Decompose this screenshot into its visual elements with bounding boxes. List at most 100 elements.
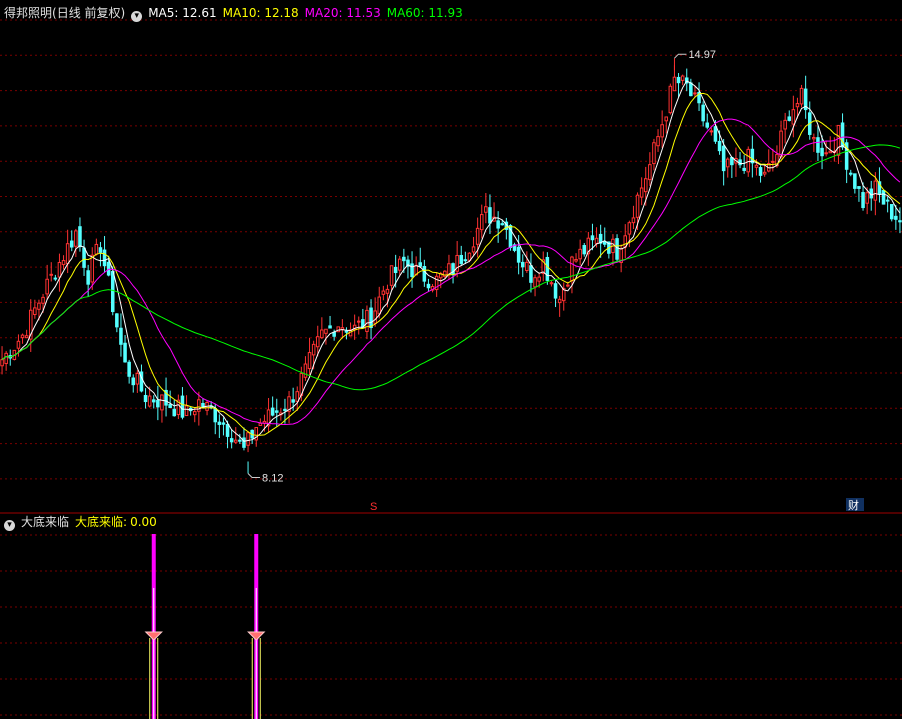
candle-body bbox=[537, 276, 541, 282]
candle-body bbox=[668, 85, 673, 114]
candle-body bbox=[33, 307, 37, 316]
candle-body bbox=[754, 164, 759, 168]
candle-body bbox=[102, 249, 107, 267]
candle-body bbox=[594, 237, 599, 244]
candle-body bbox=[242, 437, 246, 448]
marker-cai[interactable]: 财 bbox=[848, 498, 859, 512]
price-grid bbox=[0, 19, 902, 480]
candle-body bbox=[127, 361, 131, 377]
stock-name[interactable]: 得邦照明 bbox=[4, 6, 52, 20]
candle-body bbox=[898, 220, 902, 223]
candle-body bbox=[525, 261, 529, 272]
candle-body bbox=[885, 199, 890, 202]
candle-body bbox=[873, 180, 878, 201]
candle-body bbox=[738, 159, 742, 166]
period-label[interactable]: (日线 前复权) bbox=[52, 6, 125, 20]
candle-body bbox=[74, 230, 78, 247]
candle-body bbox=[147, 395, 152, 407]
candle-body bbox=[488, 207, 492, 224]
candle-body bbox=[377, 296, 382, 315]
candle-body bbox=[721, 145, 726, 172]
candle-body bbox=[529, 265, 533, 283]
candle-body bbox=[787, 116, 792, 121]
candle-body bbox=[233, 439, 238, 443]
candle-body bbox=[274, 410, 279, 413]
candle-body bbox=[443, 270, 447, 277]
candle-body bbox=[57, 262, 62, 278]
candle-body bbox=[156, 399, 160, 408]
candle-body bbox=[135, 372, 140, 385]
candle-body bbox=[110, 271, 115, 313]
candle-body bbox=[500, 223, 505, 226]
candle-body bbox=[328, 325, 332, 329]
candle-body bbox=[861, 192, 865, 209]
candle-body bbox=[578, 248, 582, 260]
low-price-pointer bbox=[247, 473, 261, 478]
kline-chart[interactable]: 14.97 8.12 S 财 bbox=[0, 0, 902, 719]
candle-body bbox=[742, 167, 746, 171]
candle-body bbox=[151, 399, 156, 403]
candle-body bbox=[98, 247, 103, 253]
chevron-down-icon[interactable]: ▾ bbox=[131, 11, 143, 22]
low-price-label: 8.12 bbox=[262, 472, 283, 484]
candle-body bbox=[303, 363, 308, 378]
candle-body bbox=[45, 278, 49, 295]
candle-body bbox=[479, 214, 484, 231]
candle-body bbox=[484, 206, 488, 213]
candle-body bbox=[853, 173, 857, 189]
candle-body bbox=[566, 284, 570, 287]
ma10-label: MA10: 12.18 bbox=[222, 6, 299, 20]
candle-body bbox=[463, 259, 468, 262]
candle-body bbox=[656, 136, 660, 147]
candle-body bbox=[783, 119, 787, 130]
candle-body bbox=[123, 342, 127, 363]
candle-body bbox=[119, 327, 123, 345]
marker-s: S bbox=[370, 501, 377, 513]
candle-body bbox=[324, 328, 328, 334]
candle-body bbox=[812, 136, 816, 140]
candle-body bbox=[848, 172, 853, 175]
candle-body bbox=[824, 152, 828, 155]
main-header: 得邦照明(日线 前复权) ▾ MA5: 12.61 MA10: 12.18 MA20: … bbox=[4, 5, 469, 22]
candle-body bbox=[315, 336, 320, 348]
candle-body bbox=[820, 147, 824, 157]
candle-body bbox=[332, 331, 336, 337]
candle-body bbox=[37, 302, 41, 310]
candle-body bbox=[516, 246, 521, 263]
candle-body bbox=[889, 204, 894, 220]
high-price-pointer bbox=[674, 53, 687, 59]
candle-body bbox=[90, 254, 95, 283]
candle-body bbox=[672, 76, 677, 92]
candle-body bbox=[660, 124, 664, 138]
moving-average-lines bbox=[1, 80, 901, 442]
candle-body bbox=[881, 190, 886, 205]
candle-body bbox=[894, 215, 898, 220]
candle-body bbox=[397, 258, 402, 271]
candle-body bbox=[373, 310, 377, 324]
chevron-down-icon[interactable]: ▾ bbox=[4, 520, 15, 531]
candle-body bbox=[496, 220, 500, 229]
candle-body bbox=[41, 296, 45, 304]
candle-body bbox=[799, 87, 804, 105]
candle-body bbox=[590, 235, 595, 241]
candle-body bbox=[762, 171, 767, 175]
candle-body bbox=[197, 399, 201, 412]
candle-body bbox=[533, 277, 537, 288]
candle-body bbox=[225, 424, 230, 437]
candle-body bbox=[648, 164, 652, 181]
candle-body bbox=[184, 405, 189, 417]
candle-body bbox=[549, 282, 554, 285]
candle-body bbox=[172, 408, 177, 417]
candle-body bbox=[389, 265, 394, 286]
candle-body bbox=[828, 150, 833, 154]
candle-body bbox=[627, 222, 632, 235]
candle-body bbox=[180, 395, 185, 418]
candle-body bbox=[381, 290, 386, 295]
candle-body bbox=[545, 256, 550, 281]
candle-body bbox=[20, 334, 25, 339]
indicator-name[interactable]: 大底来临 bbox=[21, 515, 69, 529]
signal-bars bbox=[144, 534, 266, 719]
candle-body bbox=[459, 254, 464, 264]
candle-body bbox=[192, 411, 197, 416]
candle-body bbox=[340, 327, 345, 330]
